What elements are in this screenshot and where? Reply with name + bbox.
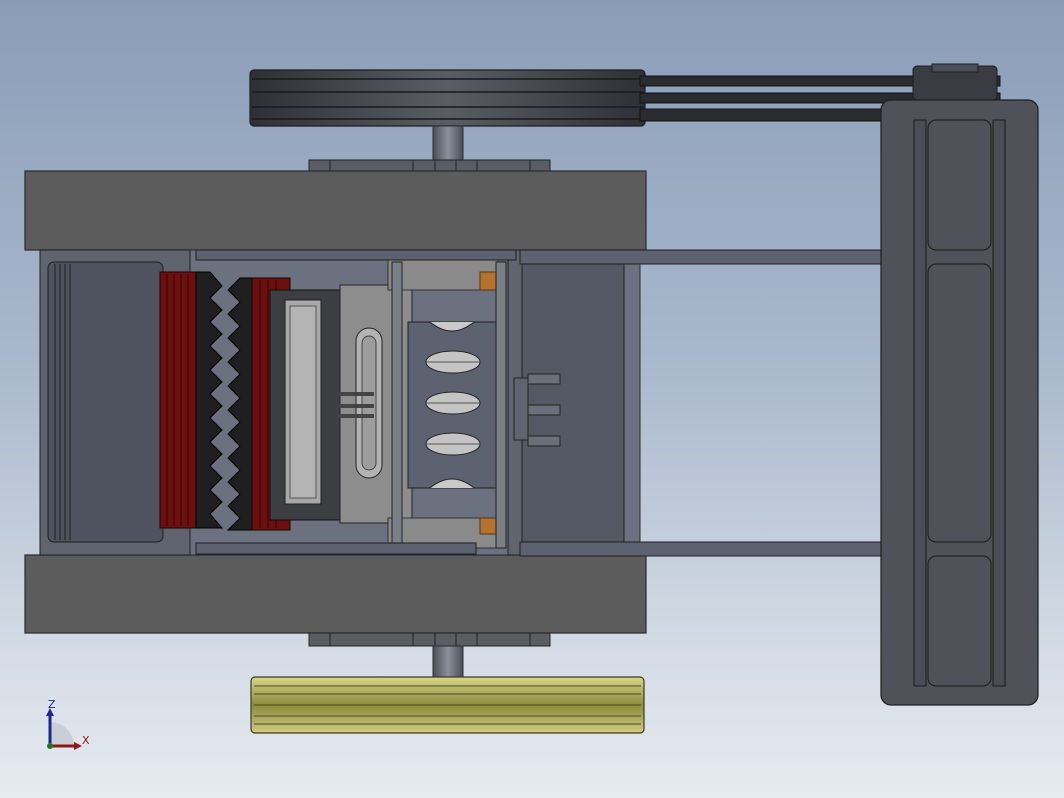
pitman-block[interactable] — [407, 321, 499, 489]
lower-bearing-block[interactable] — [308, 632, 551, 647]
side-frame-plate-bottom[interactable] — [24, 554, 647, 634]
fixed-jaw-liner[interactable] — [159, 271, 197, 529]
flywheel-pulley[interactable] — [249, 69, 646, 127]
side-frame-plate-top[interactable] — [24, 170, 647, 251]
movable-jaw[interactable] — [269, 284, 413, 524]
z-axis-label: Z — [48, 698, 56, 711]
lower-shaft[interactable] — [432, 645, 464, 679]
motor-pulley[interactable] — [912, 63, 998, 101]
crusher-assembly-model[interactable] — [0, 0, 1064, 798]
cad-viewport[interactable]: Z X — [0, 0, 1064, 798]
flywheel-yellow[interactable] — [250, 676, 645, 734]
toggle-adjustment-block[interactable] — [513, 261, 625, 553]
coordinate-triad: Z X — [40, 698, 96, 758]
motor-base-frame[interactable] — [880, 99, 1039, 706]
x-axis-label: X — [82, 734, 90, 747]
